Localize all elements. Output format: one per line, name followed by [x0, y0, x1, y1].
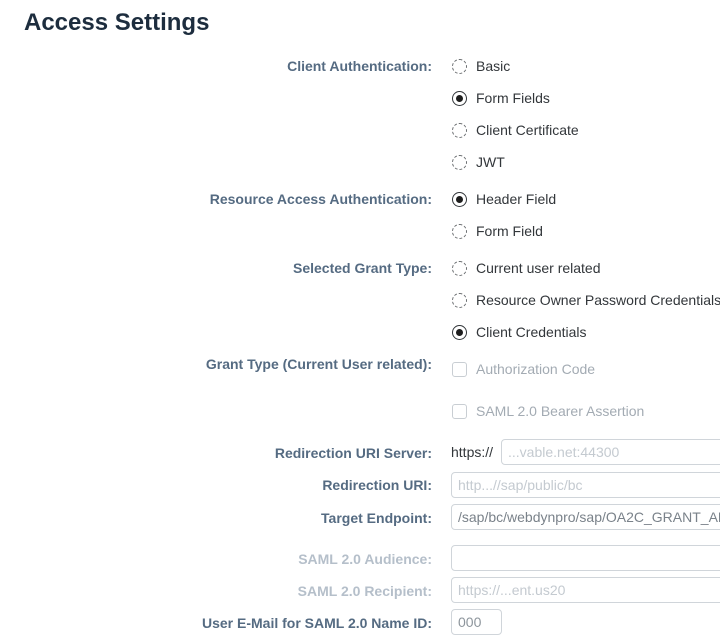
checkbox-saml-bearer-assertion-label: SAML 2.0 Bearer Assertion — [476, 403, 645, 419]
radio-form-fields[interactable] — [452, 90, 467, 106]
radio-resource-owner-password-label: Resource Owner Password Credentials — [476, 292, 720, 308]
radio-jwt-label: JWT — [476, 154, 505, 170]
grant-type-current-user-label: Grant Type (Current User related): — [205, 356, 432, 372]
radio-form-field-label: Form Field — [476, 223, 543, 239]
checkbox-saml-bearer-row[interactable]: SAML 2.0 Bearer Assertion — [452, 401, 644, 421]
resource-access-authentication-label: Resource Access Authentication: — [209, 191, 432, 207]
radio-client-certificate-label: Client Certificate — [476, 122, 579, 138]
grant-type-option-current-user[interactable]: Current user related — [452, 258, 601, 278]
target-endpoint-label: Target Endpoint: — [321, 510, 432, 526]
client-auth-option-jwt[interactable]: JWT — [452, 152, 505, 172]
user-email-saml-label: User E-Mail for SAML 2.0 Name ID: — [201, 615, 432, 631]
selected-grant-type-label: Selected Grant Type: — [292, 260, 432, 276]
radio-current-user-related[interactable] — [452, 260, 467, 276]
page-title: Access Settings — [24, 9, 210, 36]
radio-client-credentials-label: Client Credentials — [476, 324, 587, 340]
radio-header-field[interactable] — [452, 191, 467, 207]
client-auth-option-client-certificate[interactable]: Client Certificate — [452, 120, 579, 140]
checkbox-authorization-code-row[interactable]: Authorization Code — [452, 359, 595, 379]
radio-resource-owner-password[interactable] — [452, 292, 467, 308]
radio-jwt[interactable] — [452, 154, 467, 170]
saml-recipient-input[interactable]: https://...ent.us20 — [451, 577, 720, 603]
radio-header-field-label: Header Field — [476, 191, 557, 207]
radio-basic-label: Basic — [476, 58, 511, 74]
client-auth-option-form-fields[interactable]: Form Fields — [452, 88, 550, 108]
client-authentication-label: Client Authentication: — [287, 58, 432, 74]
checkbox-saml-bearer-assertion[interactable] — [452, 403, 467, 419]
checkbox-authorization-code-label: Authorization Code — [476, 361, 596, 377]
resource-auth-option-header-field[interactable]: Header Field — [452, 189, 556, 209]
grant-type-option-resource-owner[interactable]: Resource Owner Password Credentials — [452, 290, 720, 310]
user-email-saml-input[interactable]: 000 — [451, 609, 502, 635]
radio-current-user-related-label: Current user related — [476, 260, 601, 276]
saml-audience-label: SAML 2.0 Audience: — [298, 551, 432, 567]
redirection-uri-server-prefix: https:// — [451, 444, 494, 460]
redirection-uri-input[interactable]: http...//sap/public/bc — [451, 472, 720, 498]
resource-auth-option-form-field[interactable]: Form Field — [452, 221, 543, 241]
radio-client-certificate[interactable] — [452, 122, 467, 138]
redirection-uri-server-input[interactable]: ...vable.net:44300 — [501, 439, 720, 465]
saml-audience-input[interactable] — [451, 545, 720, 571]
radio-form-fields-label: Form Fields — [476, 90, 550, 106]
redirection-uri-server-label: Redirection URI Server: — [274, 445, 432, 461]
radio-client-credentials[interactable] — [452, 324, 467, 340]
saml-recipient-label: SAML 2.0 Recipient: — [297, 583, 432, 599]
radio-basic[interactable] — [452, 58, 467, 74]
target-endpoint-input[interactable]: /sap/bc/webdynpro/sap/OA2C_GRANT_AP — [451, 504, 720, 530]
client-auth-option-basic[interactable]: Basic — [452, 56, 510, 76]
redirection-uri-label: Redirection URI: — [322, 477, 432, 493]
grant-type-option-client-credentials[interactable]: Client Credentials — [452, 322, 587, 342]
radio-form-field[interactable] — [452, 223, 467, 239]
checkbox-authorization-code[interactable] — [452, 361, 467, 377]
